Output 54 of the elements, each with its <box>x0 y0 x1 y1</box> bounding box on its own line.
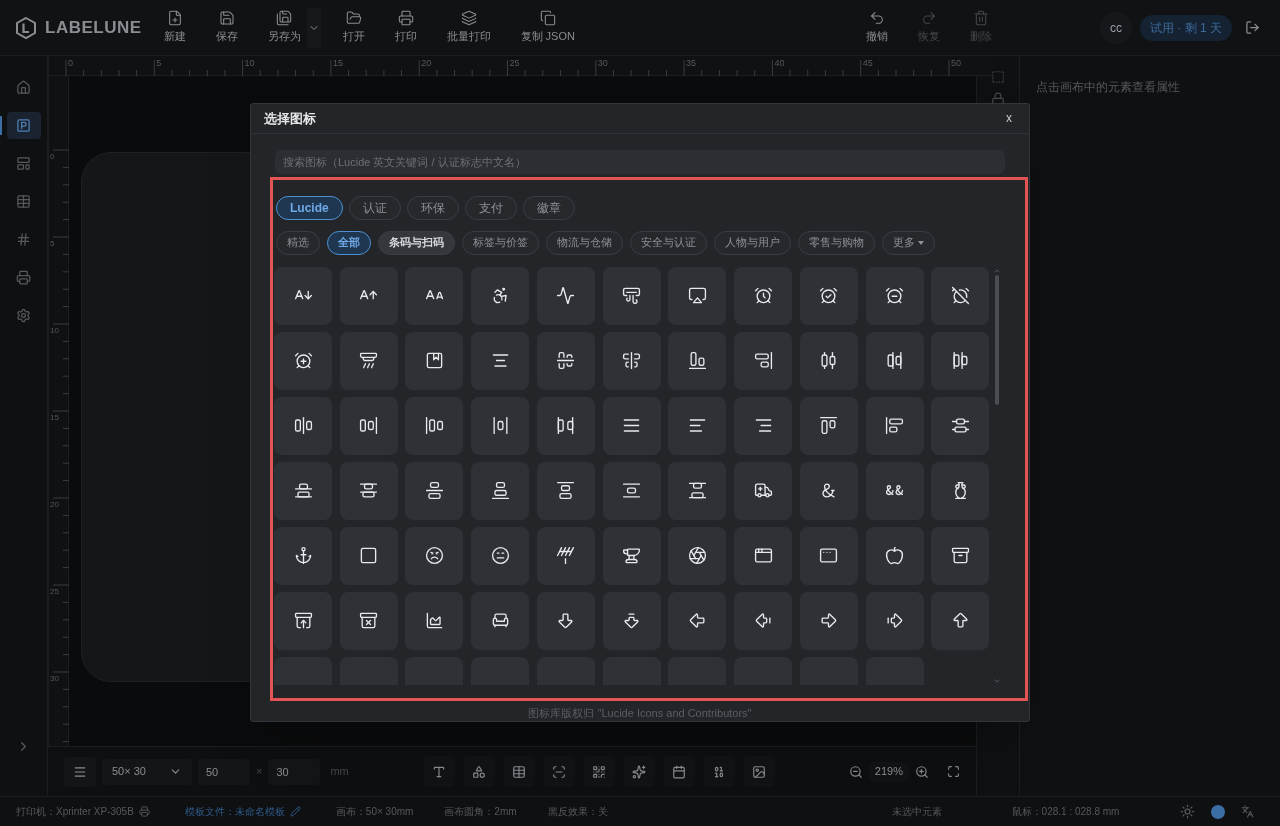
ruler-label: 30 <box>597 57 608 70</box>
printer-status: 打印机：Xprinter XP-305B <box>16 805 134 819</box>
category-chip[interactable]: 标签与价签 <box>462 230 539 255</box>
save-as-button[interactable]: 另存为 <box>259 1 309 54</box>
canvas-size: 画布：50× 30mm <box>335 805 414 819</box>
ruler-label: 10 <box>244 57 255 70</box>
ruler-label: 20 <box>421 57 432 70</box>
properties-hint: 点击画布中的元素查看属性 <box>1036 80 1180 94</box>
category-chip[interactable]: 条码与扫码 <box>378 230 455 255</box>
selection-status: 未选中元素 <box>891 805 942 819</box>
ruler-label: 15 <box>50 413 59 423</box>
width-field[interactable]: 50 <box>198 758 250 785</box>
new-file-button[interactable]: 新建 <box>155 1 194 54</box>
ruler-label: 25 <box>509 57 520 70</box>
ruler-label: 35 <box>686 57 697 70</box>
close-button[interactable]: x <box>1002 109 1016 128</box>
copy-json-button[interactable]: 复制 JSON <box>512 1 583 54</box>
category-chip[interactable]: 更多 <box>882 230 935 255</box>
ruler-label: 40 <box>774 57 785 70</box>
user-avatar[interactable]: cc <box>1100 11 1132 44</box>
source-tab[interactable]: 认证 <box>348 195 401 220</box>
undo-button[interactable]: 撤销 <box>858 1 896 54</box>
mouse-position: 鼠标：028.1 : 028.8 mm <box>1011 805 1120 819</box>
canvas-radius: 画布圆角：2mm <box>444 805 517 819</box>
ruler-label: 50 <box>951 57 961 70</box>
source-tab[interactable]: Lucide <box>276 195 343 220</box>
ruler-label: 45 <box>862 57 873 70</box>
ruler-label: 0 <box>68 57 73 70</box>
category-chip[interactable]: 物流与仓储 <box>546 230 623 255</box>
dialog-title: 选择图标 <box>264 109 316 128</box>
save-button[interactable]: 保存 <box>207 1 246 54</box>
source-tab[interactable]: 徽章 <box>522 195 575 220</box>
category-chip[interactable]: 精选 <box>276 230 320 255</box>
brand-name: LABELUNE <box>45 16 142 39</box>
source-tab[interactable]: 环保 <box>406 195 459 220</box>
ruler-label: 5 <box>156 57 162 70</box>
zoom-level: 219% <box>868 761 909 782</box>
source-tab[interactable]: 支付 <box>464 195 517 220</box>
size-preset-select[interactable]: 50× 30 <box>102 758 192 785</box>
ruler-label: 25 <box>50 587 59 597</box>
height-field[interactable]: 30 <box>268 758 321 785</box>
trial-badge: 试用 · 剩 1 天 <box>1140 14 1232 41</box>
open-button[interactable]: 打开 <box>334 1 373 54</box>
ruler-label: 10 <box>50 326 59 336</box>
category-chip[interactable]: 全部 <box>327 230 371 255</box>
ruler-label: 15 <box>332 57 343 70</box>
template-file-link[interactable]: 模板文件：未命名模板 <box>184 804 285 819</box>
print-button[interactable]: 打印 <box>386 1 425 54</box>
batch-print-button[interactable]: 批量打印 <box>438 1 499 54</box>
times-sign: × <box>256 764 263 780</box>
category-chip[interactable]: 安全与认证 <box>630 230 707 255</box>
category-chip[interactable]: 零售与购物 <box>798 230 875 255</box>
category-chip[interactable]: 人物与用户 <box>714 230 791 255</box>
ruler-label: 5 <box>50 239 55 249</box>
